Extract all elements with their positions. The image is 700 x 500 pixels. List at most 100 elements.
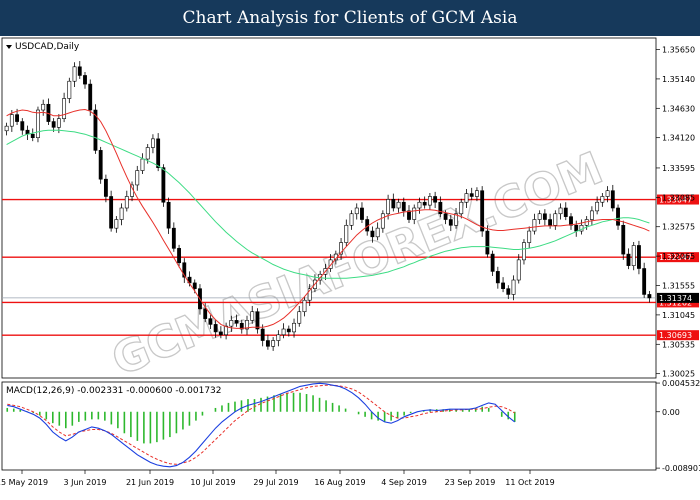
- candle-body: [77, 66, 82, 76]
- candle-body: [229, 320, 234, 327]
- price-tick-label: 1.34630: [662, 104, 695, 113]
- candle-body: [208, 318, 213, 325]
- candle-body: [218, 331, 223, 336]
- candle-body: [354, 207, 359, 215]
- candle-body: [56, 118, 61, 128]
- candle-body: [260, 328, 265, 341]
- candle-body: [255, 311, 260, 330]
- candle-body: [4, 125, 9, 132]
- candle-body: [605, 190, 610, 197]
- candle-body: [422, 201, 427, 206]
- level-tag-label: 1.30693: [659, 331, 692, 340]
- candle-body: [380, 213, 385, 229]
- candle-body: [516, 259, 521, 281]
- candle-body: [443, 213, 448, 220]
- candle-body: [610, 190, 615, 209]
- symbol-label: USDCAD,Daily: [15, 42, 80, 52]
- candle-body: [140, 158, 145, 171]
- candle-body: [344, 224, 349, 243]
- candle-body: [67, 80, 72, 99]
- time-tick-label: 3 Jun 2019: [63, 478, 106, 487]
- candle-body: [83, 75, 87, 85]
- price-tick-label: 1.32065: [662, 252, 695, 261]
- candle-body: [265, 340, 270, 347]
- candle-body: [621, 224, 626, 255]
- candle-body: [360, 207, 364, 220]
- candle-body: [433, 196, 438, 203]
- macd-label: MACD(12,26,9) -0.002331 -0.000600 -0.001…: [6, 386, 222, 396]
- price-tick-label: 1.34120: [662, 134, 695, 143]
- price-tick-label: 1.31555: [662, 282, 695, 291]
- header-banner: Chart Analysis for Clients of GCM Asia: [0, 0, 700, 36]
- usdcad-chart[interactable]: GCMASIAFOREX.COM 1.330471.320471.312621.…: [0, 36, 700, 500]
- candle-body: [370, 230, 375, 238]
- price-tick-label: 1.30535: [662, 340, 695, 349]
- candle-body: [135, 170, 140, 186]
- price-tick-label: 1.30025: [662, 370, 695, 379]
- candle-body: [62, 98, 67, 119]
- candle-body: [490, 253, 495, 272]
- candle-body: [506, 288, 511, 295]
- time-tick-label: 29 Jul 2019: [253, 478, 298, 487]
- candle-body: [114, 219, 119, 229]
- candle-body: [124, 196, 129, 209]
- macd-tick-label: 0.004532: [662, 379, 700, 388]
- candle-body: [203, 308, 208, 319]
- candle-body: [213, 324, 218, 333]
- candle-body: [626, 253, 631, 266]
- candle-body: [72, 66, 77, 82]
- candle-body: [151, 138, 155, 148]
- time-tick-label: 21 Jun 2019: [126, 478, 174, 487]
- candle-body: [595, 201, 600, 212]
- candle-body: [171, 227, 176, 249]
- candle-body: [396, 201, 401, 209]
- candle-body: [375, 227, 380, 238]
- candle-body: [297, 311, 302, 324]
- candle-body: [589, 210, 594, 220]
- candle-body: [412, 207, 417, 220]
- time-tick-label: 10 Jul 2019: [190, 478, 235, 487]
- candle-body: [36, 109, 40, 138]
- candle-body: [574, 224, 579, 232]
- candle-body: [480, 190, 485, 232]
- candle-body: [276, 334, 281, 341]
- candle-body: [156, 138, 161, 168]
- current-price-label: 1.31374: [659, 294, 692, 303]
- time-tick-label: 23 Sep 2019: [445, 478, 496, 487]
- candle-body: [119, 207, 124, 220]
- candle-body: [41, 103, 46, 111]
- candle-body: [349, 213, 354, 226]
- candle-body: [532, 219, 537, 232]
- candle-body: [495, 271, 500, 284]
- candle-body: [103, 178, 108, 197]
- price-tick-label: 1.35140: [662, 75, 695, 84]
- price-tick-label: 1.33595: [662, 164, 695, 173]
- candle-body: [15, 114, 19, 122]
- macd-tick-label: -0.008901: [662, 464, 700, 473]
- candle-body: [286, 328, 291, 333]
- candle-body: [161, 167, 166, 203]
- candle-body: [569, 216, 573, 226]
- candle-body: [166, 201, 171, 229]
- candle-body: [475, 190, 479, 197]
- time-tick-label: 4 Sep 2019: [381, 478, 427, 487]
- candle-body: [98, 150, 103, 180]
- candle-body: [511, 279, 516, 295]
- candle-body: [281, 328, 286, 336]
- candle-body: [20, 121, 25, 131]
- candle-body: [548, 219, 553, 226]
- time-tick-label: 11 Oct 2019: [505, 478, 554, 487]
- candle-body: [145, 147, 150, 160]
- candle-body: [642, 268, 647, 295]
- candle-body: [469, 193, 474, 197]
- candle-body: [448, 219, 453, 226]
- candle-body: [553, 213, 558, 226]
- candle-body: [501, 282, 505, 289]
- candle-body: [417, 201, 422, 209]
- candle-body: [647, 294, 652, 299]
- candle-body: [616, 207, 620, 226]
- price-tick-label: 1.33085: [662, 193, 695, 202]
- candle-body: [88, 83, 93, 111]
- candle-body: [292, 322, 296, 333]
- candle-body: [600, 196, 605, 203]
